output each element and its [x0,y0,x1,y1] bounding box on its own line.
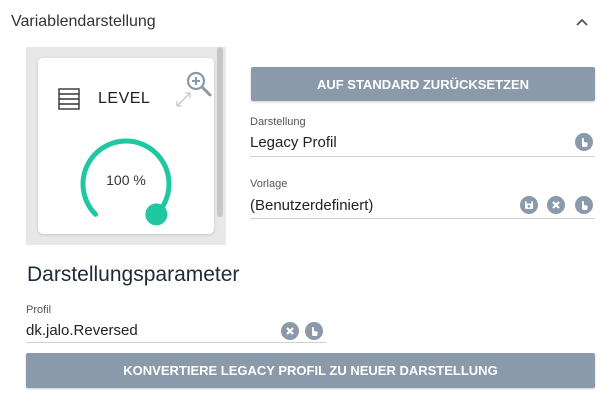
hand-pointer-icon[interactable] [575,133,593,151]
vorlage-value[interactable]: (Benutzerdefiniert) [250,197,373,214]
profil-underline [26,342,326,343]
preview-scrollbar[interactable] [217,47,223,217]
preview-panel: LEVEL 100 % [26,47,226,245]
expand-icon[interactable] [175,91,192,108]
reset-to-default-button[interactable]: AUF STANDARD ZURÜCKSETZEN [251,67,595,101]
profil-value[interactable]: dk.jalo.Reversed [26,322,138,339]
darstellung-underline [250,156,595,157]
clear-icon[interactable] [281,322,299,340]
profil-label: Profil [26,304,52,316]
vorlage-label: Vorlage [250,178,288,190]
hand-pointer-icon[interactable] [575,196,593,214]
gauge-value: 100 % [106,172,146,188]
darstellung-value[interactable]: Legacy Profil [250,134,337,151]
preview-tile[interactable]: LEVEL 100 % [38,58,214,234]
tile-title: LEVEL [98,90,151,107]
parameters-title: Darstellungsparameter [27,263,240,286]
section-header[interactable]: Variablendarstellung [0,0,616,44]
blinds-icon [58,88,80,110]
section-title: Variablendarstellung [11,13,156,30]
darstellung-label: Darstellung [250,116,306,128]
clear-icon[interactable] [547,196,565,214]
convert-legacy-profile-button[interactable]: KONVERTIERE LEGACY PROFIL ZU NEUER DARST… [26,353,595,388]
gauge-knob [145,203,168,226]
chevron-up-icon[interactable] [574,14,590,30]
vorlage-underline [250,218,595,219]
hand-pointer-icon[interactable] [305,322,323,340]
save-icon[interactable] [520,196,538,214]
